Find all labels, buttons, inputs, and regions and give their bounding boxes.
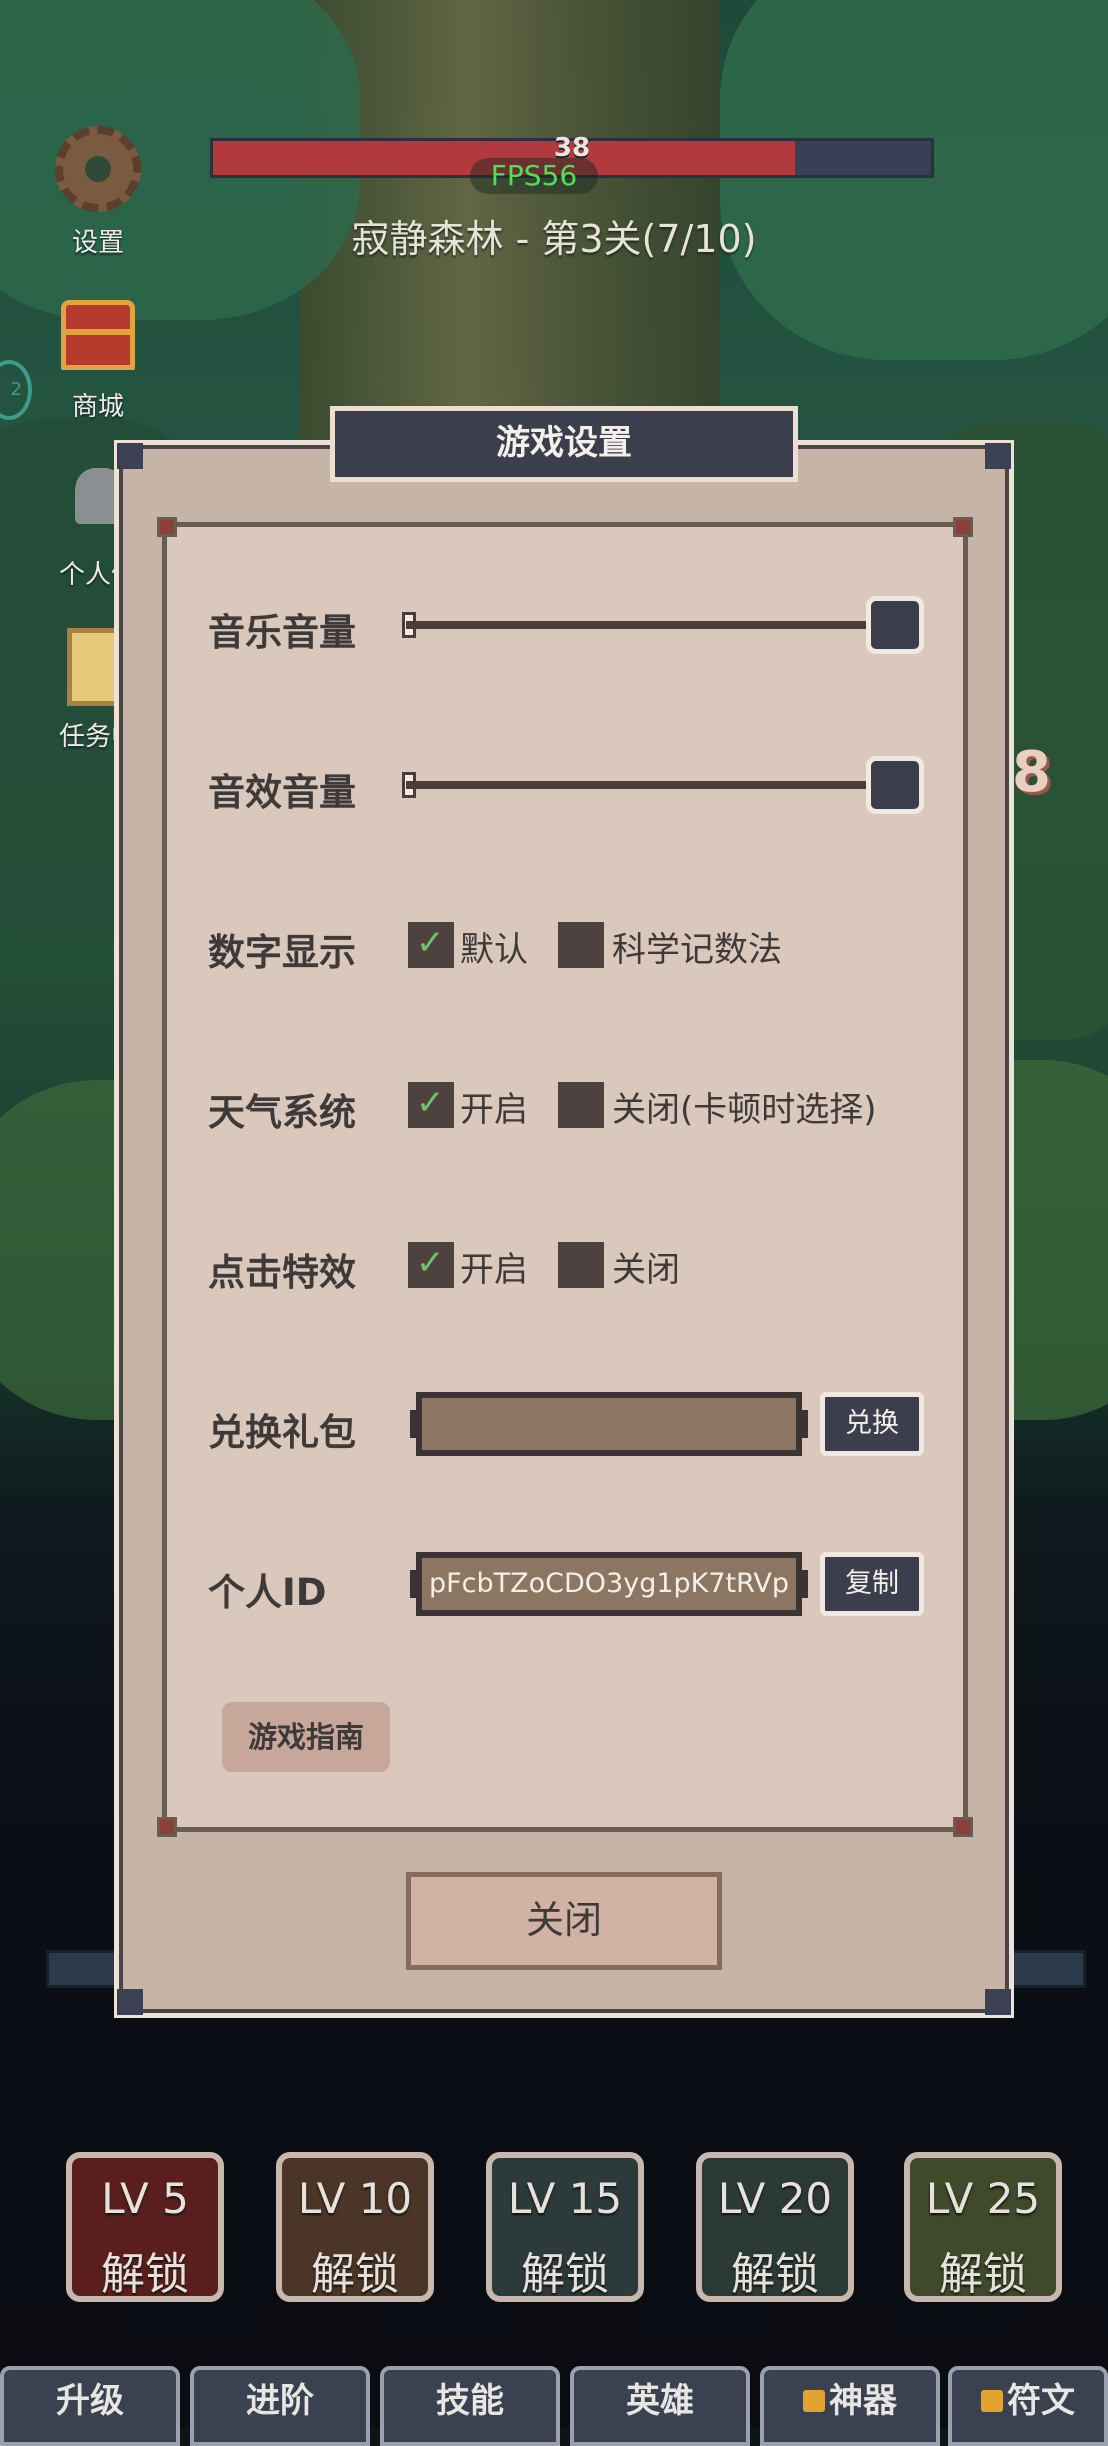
tab-runes[interactable]: 符文 bbox=[948, 2366, 1108, 2446]
default-option-label: 默认 bbox=[460, 930, 528, 970]
click-effect-on-label: 开启 bbox=[460, 1250, 528, 1290]
tab-artifacts[interactable]: 神器 bbox=[760, 2366, 940, 2446]
tab-heroes[interactable]: 英雄 bbox=[570, 2366, 750, 2446]
tab-label: 进阶 bbox=[246, 2381, 314, 2421]
tab-label: 神器 bbox=[829, 2381, 897, 2421]
music-volume-slider[interactable] bbox=[406, 621, 876, 629]
card-level: LV 15 bbox=[507, 2174, 623, 2223]
game-guide-button[interactable]: 游戏指南 bbox=[222, 1702, 390, 1772]
fps-counter: FPS56 bbox=[470, 158, 598, 194]
copy-button[interactable]: 复制 bbox=[820, 1552, 924, 1616]
personal-id-field[interactable]: pFcbTZoCDO3yg1pK7tRVp bbox=[416, 1552, 802, 1616]
weather-off-label: 关闭(卡顿时选择) bbox=[612, 1090, 877, 1130]
card-unlock-text: 解锁 bbox=[521, 2249, 609, 2300]
sfx-volume-knob[interactable] bbox=[866, 756, 924, 814]
weather-off-checkbox[interactable] bbox=[558, 1082, 604, 1128]
unlock-card-lv5[interactable]: LV 5 解锁 bbox=[66, 2152, 224, 2302]
personal-id-label: 个人ID bbox=[208, 1571, 327, 1614]
click-effect-label: 点击特效 bbox=[208, 1251, 356, 1294]
shop-button[interactable]: 商城 bbox=[34, 290, 162, 423]
gear-icon bbox=[55, 126, 141, 212]
card-unlock-text: 解锁 bbox=[731, 2249, 819, 2300]
unlock-cards: LV 5 解锁 LV 10 解锁 LV 15 解锁 LV 20 解锁 LV 25… bbox=[66, 2152, 1066, 2302]
shop-label: 商城 bbox=[71, 392, 124, 422]
scientific-option-label: 科学记数法 bbox=[612, 930, 782, 970]
tab-label: 符文 bbox=[1007, 2381, 1075, 2421]
lock-icon bbox=[981, 2389, 1003, 2412]
tab-skills[interactable]: 技能 bbox=[380, 2366, 560, 2446]
stage-title: 寂静森林 - 第3关(7/10) bbox=[351, 217, 757, 261]
tab-label: 技能 bbox=[436, 2381, 504, 2421]
default-checkbox[interactable]: ✓ bbox=[408, 922, 454, 968]
number-display-label: 数字显示 bbox=[208, 931, 356, 974]
redeem-button[interactable]: 兑换 bbox=[820, 1392, 924, 1456]
settings-label: 设置 bbox=[71, 228, 124, 258]
check-icon: ✓ bbox=[416, 1083, 445, 1123]
gift-code-label: 兑换礼包 bbox=[208, 1411, 356, 1454]
card-unlock-text: 解锁 bbox=[939, 2249, 1027, 2300]
unlock-card-lv10[interactable]: LV 10 解锁 bbox=[276, 2152, 434, 2302]
card-level: LV 10 bbox=[297, 2174, 413, 2223]
card-level: LV 20 bbox=[717, 2174, 833, 2223]
sfx-volume-slider[interactable] bbox=[406, 781, 876, 789]
check-icon: ✓ bbox=[416, 1243, 445, 1283]
lock-icon bbox=[803, 2389, 825, 2412]
check-icon: ✓ bbox=[416, 923, 445, 963]
weather-on-label: 开启 bbox=[460, 1090, 528, 1130]
music-volume-label: 音乐音量 bbox=[208, 611, 356, 654]
unlock-card-lv20[interactable]: LV 20 解锁 bbox=[696, 2152, 854, 2302]
sfx-volume-label: 音效音量 bbox=[208, 771, 356, 814]
weather-label: 天气系统 bbox=[208, 1091, 356, 1134]
card-level: LV 5 bbox=[101, 2174, 189, 2223]
scientific-checkbox[interactable] bbox=[558, 922, 604, 968]
tab-upgrade[interactable]: 升级 bbox=[0, 2366, 180, 2446]
card-unlock-text: 解锁 bbox=[101, 2249, 189, 2300]
personal-id-value: pFcbTZoCDO3yg1pK7tRVp bbox=[428, 1568, 790, 1599]
card-level: LV 25 bbox=[925, 2174, 1041, 2223]
treasure-chest-icon bbox=[61, 300, 135, 370]
gift-code-value bbox=[422, 1398, 796, 1450]
unlock-card-lv15[interactable]: LV 15 解锁 bbox=[486, 2152, 644, 2302]
close-button[interactable]: 关闭 bbox=[406, 1872, 722, 1970]
weather-on-checkbox[interactable]: ✓ bbox=[408, 1082, 454, 1128]
gift-code-input[interactable] bbox=[416, 1392, 802, 1456]
click-effect-off-checkbox[interactable] bbox=[558, 1242, 604, 1288]
tab-advance[interactable]: 进阶 bbox=[190, 2366, 370, 2446]
damage-number: 8 bbox=[1012, 740, 1051, 805]
music-volume-knob[interactable] bbox=[866, 596, 924, 654]
settings-button[interactable]: 设置 bbox=[34, 126, 162, 259]
settings-panel bbox=[157, 517, 973, 1837]
card-unlock-text: 解锁 bbox=[311, 2249, 399, 2300]
unlock-card-lv25[interactable]: LV 25 解锁 bbox=[904, 2152, 1062, 2302]
dialog-title: 游戏设置 bbox=[330, 406, 798, 482]
tab-label: 英雄 bbox=[626, 2381, 694, 2421]
bottom-tab-bar: 升级 进阶 技能 英雄 神器 符文 bbox=[0, 2366, 1108, 2446]
click-effect-off-label: 关闭 bbox=[612, 1250, 680, 1290]
tab-label: 升级 bbox=[56, 2381, 124, 2421]
click-effect-on-checkbox[interactable]: ✓ bbox=[408, 1242, 454, 1288]
